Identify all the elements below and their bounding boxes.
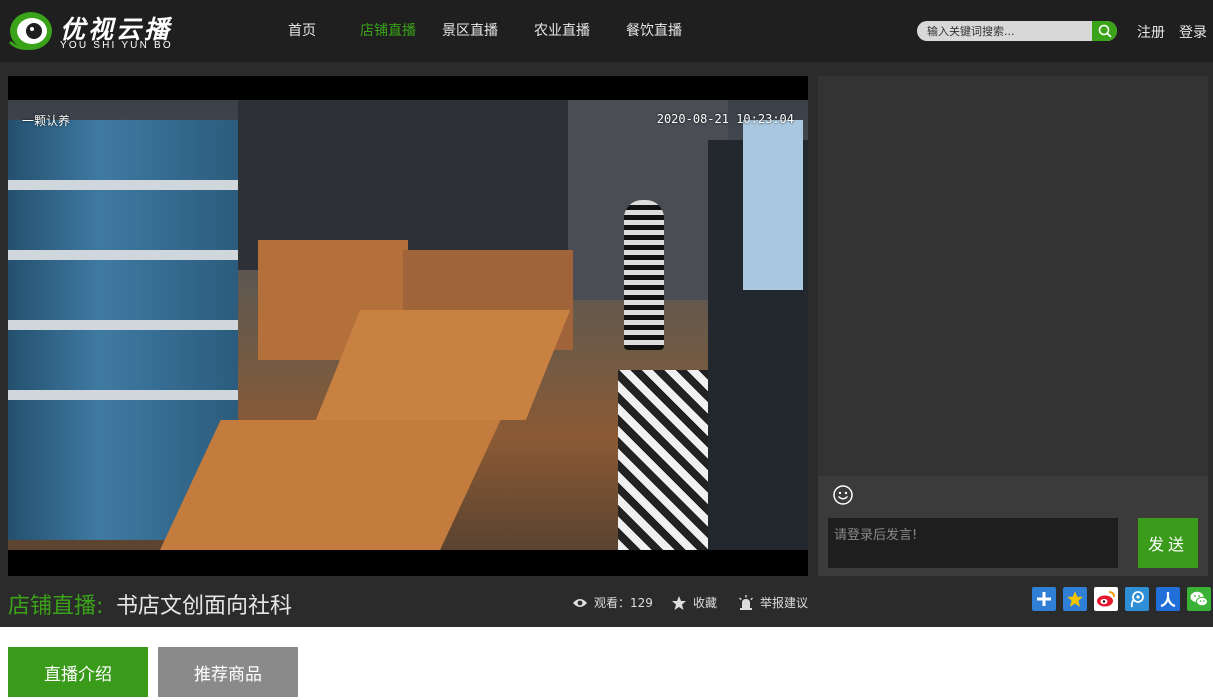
alarm-icon bbox=[739, 594, 753, 610]
video-player[interactable]: 一颗认养 2020-08-21 10:23:04 bbox=[8, 76, 808, 576]
top-header: 优视云播 YOU SHI YUN BO 首页 店铺直播 景区直播 农业直播 餐饮… bbox=[0, 0, 1213, 62]
login-link[interactable]: 登录 bbox=[1179, 22, 1207, 42]
live-video-frame: 一颗认养 2020-08-21 10:23:04 bbox=[8, 100, 808, 550]
video-scene-table bbox=[315, 310, 571, 420]
video-scene-floor bbox=[618, 370, 718, 550]
tab-live-intro[interactable]: 直播介绍 bbox=[8, 647, 148, 697]
search-box bbox=[917, 21, 1117, 41]
nav-item-dining-live[interactable]: 餐饮直播 bbox=[622, 20, 686, 40]
report-label: 举报建议 bbox=[760, 596, 809, 610]
nav-item-scenic-live[interactable]: 景区直播 bbox=[438, 20, 502, 40]
search-button[interactable] bbox=[1092, 21, 1117, 41]
report-button[interactable]: 举报建议 bbox=[738, 594, 808, 611]
eye-icon bbox=[573, 598, 587, 607]
renren-icon[interactable] bbox=[1156, 587, 1180, 611]
video-scene-person bbox=[624, 200, 664, 350]
view-count: 观看：129 bbox=[572, 594, 653, 611]
stream-category: 店铺直播: bbox=[8, 594, 104, 619]
video-timestamp: 2020-08-21 10:23:04 bbox=[656, 112, 794, 126]
site-logo[interactable]: 优视云播 YOU SHI YUN BO bbox=[8, 8, 188, 54]
tencent-weibo-icon[interactable] bbox=[1125, 587, 1149, 611]
main-nav: 首页 店铺直播 景区直播 农业直播 餐饮直播 bbox=[270, 20, 686, 40]
favorite-button[interactable]: 收藏 bbox=[671, 594, 717, 611]
search-input[interactable] bbox=[917, 21, 1092, 41]
qzone-icon[interactable] bbox=[1063, 587, 1087, 611]
wechat-icon[interactable] bbox=[1187, 587, 1211, 611]
page: 优视云播 YOU SHI YUN BO 首页 店铺直播 景区直播 农业直播 餐饮… bbox=[0, 0, 1213, 700]
eye-logo-icon bbox=[8, 12, 52, 50]
nav-item-agriculture-live[interactable]: 农业直播 bbox=[530, 20, 594, 40]
favorite-label: 收藏 bbox=[693, 596, 718, 610]
tab-recommended-products[interactable]: 推荐商品 bbox=[158, 647, 298, 697]
nav-item-home[interactable]: 首页 bbox=[270, 20, 334, 40]
nav-item-store-live[interactable]: 店铺直播 bbox=[338, 20, 438, 40]
stream-title: 书店文创面向社科 bbox=[116, 594, 293, 619]
chat-input[interactable] bbox=[828, 518, 1118, 568]
video-scene-screen bbox=[743, 120, 803, 290]
view-count-text: 观看：129 bbox=[594, 596, 653, 610]
video-overlay-label: 一颗认养 bbox=[22, 114, 71, 128]
emoji-icon[interactable] bbox=[832, 484, 854, 506]
weibo-icon[interactable] bbox=[1094, 587, 1118, 611]
register-link[interactable]: 注册 bbox=[1137, 22, 1165, 42]
plus-share-icon[interactable] bbox=[1032, 587, 1056, 611]
star-icon bbox=[672, 595, 686, 610]
search-icon bbox=[1098, 24, 1112, 38]
send-button[interactable]: 发送 bbox=[1138, 518, 1198, 568]
logo-subtitle: YOU SHI YUN BO bbox=[60, 40, 173, 51]
